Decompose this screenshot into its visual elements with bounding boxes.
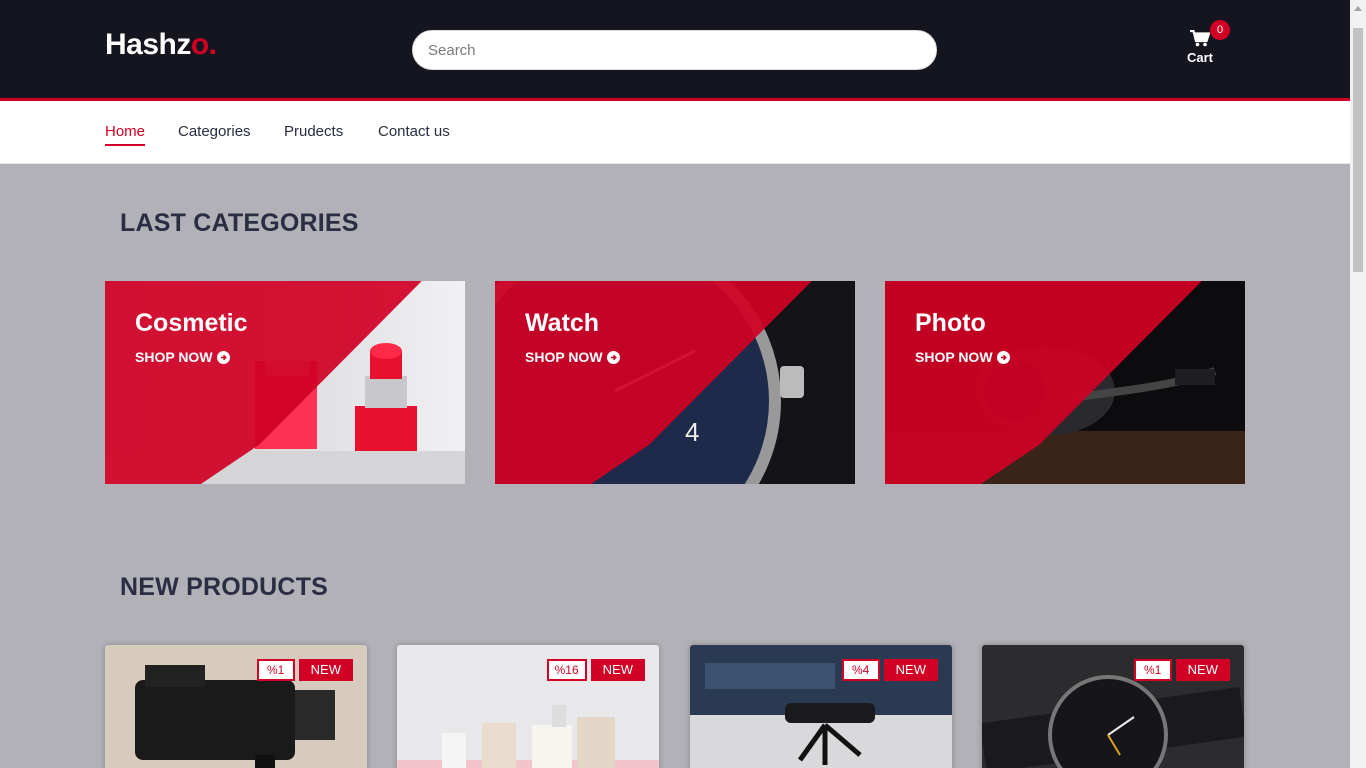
sale-badge: %1 — [1133, 659, 1172, 681]
sale-badge: %1 — [256, 659, 295, 681]
product-card[interactable]: %1 NEW — [982, 645, 1244, 768]
shop-now-link[interactable]: SHOP NOW — [135, 349, 230, 365]
arrow-circle-right-icon — [216, 350, 230, 364]
svg-text:4: 4 — [685, 417, 699, 447]
search-input[interactable] — [412, 30, 937, 70]
shop-now-link[interactable]: SHOP NOW — [915, 349, 1010, 365]
nav-item-products[interactable]: Prudects — [284, 123, 343, 144]
site-header: Hashzo. Cart 0 — [0, 0, 1350, 98]
cart-count-badge: 0 — [1210, 20, 1230, 40]
product-card[interactable]: %4 NEW — [690, 645, 952, 768]
main-nav: Home Categories Prudects Contact us — [0, 101, 1350, 164]
logo-text: Hashz — [105, 28, 191, 61]
product-card[interactable]: %1 NEW — [105, 645, 367, 768]
nav-item-contact[interactable]: Contact us — [378, 123, 450, 144]
product-badges: %4 NEW — [841, 659, 938, 681]
sale-badge: %4 — [841, 659, 880, 681]
scrollbar-thumb[interactable] — [1353, 28, 1363, 272]
sale-badge: %16 — [546, 659, 587, 681]
products-section-title: NEW PRODUCTS — [120, 573, 328, 601]
logo-accent: o. — [190, 28, 217, 61]
new-badge: NEW — [883, 659, 938, 681]
category-card-cosmetic[interactable]: Cosmetic SHOP NOW — [105, 281, 465, 484]
product-badges: %16 NEW — [546, 659, 645, 681]
page-scrollbar[interactable] — [1350, 0, 1366, 768]
new-badge: NEW — [1175, 659, 1230, 681]
categories-section-title: LAST CATEGORIES — [120, 209, 359, 237]
arrow-circle-right-icon — [606, 350, 620, 364]
shop-now-label: SHOP NOW — [135, 349, 213, 365]
cart-label: Cart — [1186, 50, 1213, 65]
category-card-watch[interactable]: 4 Watch SHOP NOW — [495, 281, 855, 484]
category-title: Cosmetic — [135, 309, 248, 337]
product-card[interactable]: %16 NEW — [397, 645, 659, 768]
product-badges: %1 NEW — [256, 659, 353, 681]
product-badges: %1 NEW — [1133, 659, 1230, 681]
new-badge: NEW — [298, 659, 353, 681]
arrow-circle-right-icon — [996, 350, 1010, 364]
nav-item-categories[interactable]: Categories — [178, 123, 251, 144]
shop-now-label: SHOP NOW — [525, 349, 603, 365]
category-card-photo[interactable]: Photo SHOP NOW — [885, 281, 1245, 484]
cart-button[interactable]: Cart 0 — [1180, 20, 1230, 68]
nav-item-home[interactable]: Home — [105, 123, 146, 146]
category-title: Watch — [525, 309, 600, 337]
logo[interactable]: Hashzo. — [105, 28, 217, 62]
cart-icon — [1190, 30, 1210, 47]
shop-now-link[interactable]: SHOP NOW — [525, 349, 620, 365]
scroll-up-icon[interactable] — [1354, 6, 1362, 11]
new-badge: NEW — [590, 659, 645, 681]
shop-now-label: SHOP NOW — [915, 349, 993, 365]
category-title: Photo — [915, 309, 986, 337]
